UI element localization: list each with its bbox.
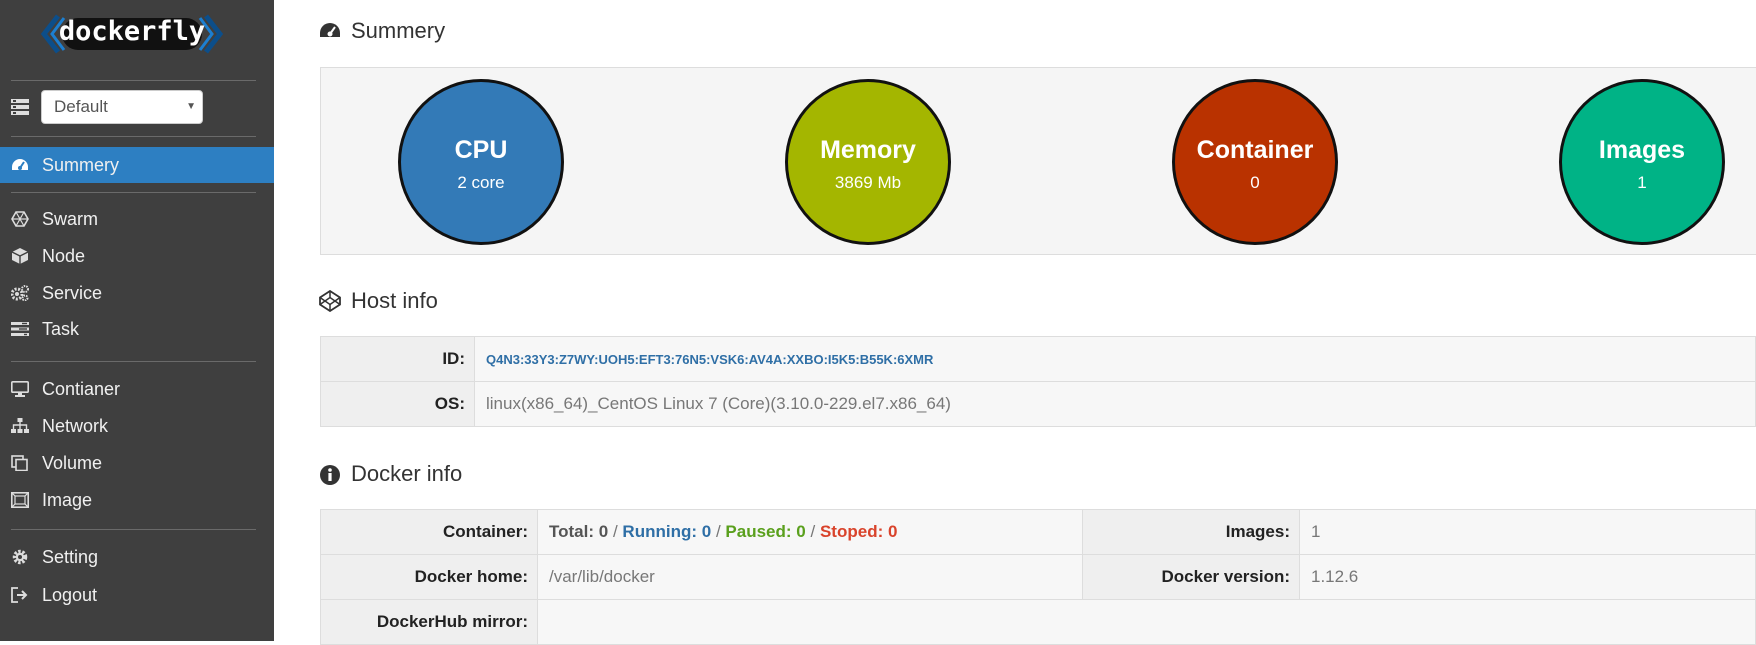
sidebar-item-label: Logout bbox=[42, 585, 98, 605]
sidebar-item-image[interactable]: Image bbox=[0, 482, 274, 518]
sidebar-item-label: Image bbox=[42, 490, 93, 510]
divider bbox=[11, 192, 256, 193]
sidebar-item-swarm[interactable]: Swarm bbox=[0, 201, 274, 237]
dockerhub-mirror-value bbox=[537, 599, 1756, 645]
host-id[interactable]: Q4N3:33Y3:Z7WY:UOH5:EFT3:76N5:VSK6:AV4A:… bbox=[486, 352, 933, 367]
cogs-icon bbox=[11, 285, 29, 301]
cube-icon bbox=[11, 248, 29, 264]
stat-title: CPU bbox=[454, 136, 508, 164]
table-row: ID: Q4N3:33Y3:Z7WY:UOH5:EFT3:76N5:VSK6:A… bbox=[320, 336, 1756, 382]
info-circle-icon bbox=[320, 465, 340, 485]
sidebar: dockerfly Default ▼ Summery Swarm Node S… bbox=[0, 0, 274, 641]
divider bbox=[11, 136, 256, 137]
sidebar-item-label: Setting bbox=[42, 547, 99, 567]
sitemap-icon bbox=[11, 418, 29, 433]
desktop-icon bbox=[11, 381, 29, 397]
docker-home-value: /var/lib/docker bbox=[537, 554, 1083, 600]
separator: / bbox=[612, 522, 618, 541]
sidebar-item-logout[interactable]: Logout bbox=[0, 577, 274, 613]
container-value: Total: 0 / Running: 0 / Paused: 0 / Stop… bbox=[537, 509, 1083, 555]
sidebar-item-task[interactable]: Task bbox=[0, 311, 274, 347]
table-row: Docker home: /var/lib/docker Docker vers… bbox=[320, 554, 1756, 600]
sidebar-item-service[interactable]: Service bbox=[0, 275, 274, 311]
sidebar-item-node[interactable]: Node bbox=[0, 238, 274, 274]
host-info-title: Host info bbox=[351, 288, 438, 313]
stat-title: Container bbox=[1196, 136, 1314, 164]
stat-images[interactable]: Images 1 bbox=[1559, 79, 1725, 245]
id-value: Q4N3:33Y3:Z7WY:UOH5:EFT3:76N5:VSK6:AV4A:… bbox=[474, 336, 1756, 382]
sidebar-item-network[interactable]: Network bbox=[0, 408, 274, 444]
host-info-table: ID: Q4N3:33Y3:Z7WY:UOH5:EFT3:76N5:VSK6:A… bbox=[320, 336, 1756, 427]
docker-version-value: 1.12.6 bbox=[1299, 554, 1756, 600]
stat-value: 0 bbox=[1250, 173, 1260, 192]
tasks-icon bbox=[11, 322, 29, 336]
logo[interactable]: dockerfly bbox=[0, 8, 274, 66]
gear-icon bbox=[12, 549, 28, 565]
stat-value: 2 core bbox=[457, 173, 505, 192]
caret-down-icon: ▼ bbox=[186, 101, 196, 112]
sidebar-item-summery[interactable]: Summery bbox=[0, 147, 274, 183]
stat-cpu[interactable]: CPU 2 core bbox=[398, 79, 564, 245]
summary-panel: CPU 2 core Memory 3869 Mb Container 0 Im… bbox=[320, 67, 1756, 255]
container-label: Container: bbox=[320, 509, 538, 555]
sidebar-item-label: Volume bbox=[42, 453, 103, 473]
dashboard-icon bbox=[12, 159, 28, 170]
separator: / bbox=[810, 522, 816, 541]
environment-select[interactable]: Default ▼ bbox=[41, 90, 203, 124]
docker-home-label: Docker home: bbox=[320, 554, 538, 600]
stat-value: 1 bbox=[1637, 173, 1647, 192]
total-value: 0 bbox=[598, 522, 609, 541]
server-icon bbox=[11, 99, 29, 115]
sidebar-item-volume[interactable]: Volume bbox=[0, 445, 274, 481]
id-label: ID: bbox=[320, 336, 475, 382]
divider bbox=[11, 529, 256, 530]
stat-container[interactable]: Container 0 bbox=[1172, 79, 1338, 245]
image-icon bbox=[11, 492, 29, 508]
sidebar-item-label: Network bbox=[42, 416, 109, 436]
separator: / bbox=[715, 522, 721, 541]
sidebar-item-label: Contianer bbox=[42, 379, 121, 399]
divider bbox=[11, 361, 256, 362]
images-label: Images: bbox=[1082, 509, 1300, 555]
sign-out-icon bbox=[11, 587, 28, 603]
table-row: DockerHub mirror: bbox=[320, 599, 1756, 645]
sidebar-item-label: Summery bbox=[42, 155, 120, 175]
docker-info-title: Docker info bbox=[351, 461, 463, 486]
stat-memory[interactable]: Memory 3869 Mb bbox=[785, 79, 951, 245]
clone-icon bbox=[11, 455, 28, 471]
logo-text: dockerfly bbox=[58, 16, 206, 47]
swarm-icon bbox=[11, 211, 29, 227]
docker-version-label: Docker version: bbox=[1082, 554, 1300, 600]
os-value: linux(x86_64)_CentOS Linux 7 (Core)(3.10… bbox=[474, 381, 1756, 427]
dockerhub-mirror-label: DockerHub mirror: bbox=[320, 599, 538, 645]
sidebar-item-label: Swarm bbox=[42, 209, 99, 229]
total-label: Total: bbox=[549, 522, 595, 541]
running-value: 0 bbox=[701, 522, 712, 541]
images-value: 1 bbox=[1299, 509, 1756, 555]
os-label: OS: bbox=[320, 381, 475, 427]
stoped-value: 0 bbox=[887, 522, 898, 541]
paused-value: 0 bbox=[796, 522, 806, 541]
stat-value: 3869 Mb bbox=[834, 173, 902, 192]
sidebar-item-label: Service bbox=[42, 283, 103, 303]
docker-info-table: Container: Total: 0 / Running: 0 / Pause… bbox=[320, 509, 1756, 645]
table-row: Container: Total: 0 / Running: 0 / Pause… bbox=[320, 509, 1756, 555]
summery-title: Summery bbox=[351, 18, 446, 43]
stoped-label: Stoped: bbox=[819, 522, 884, 541]
environment-row: Default ▼ bbox=[0, 88, 274, 128]
table-row: OS: linux(x86_64)_CentOS Linux 7 (Core)(… bbox=[320, 381, 1756, 427]
sidebar-item-setting[interactable]: Setting bbox=[0, 539, 274, 575]
environment-selected: Default bbox=[54, 97, 108, 116]
stat-title: Memory bbox=[820, 136, 916, 164]
paused-label: Paused: bbox=[725, 522, 792, 541]
running-label: Running: bbox=[622, 522, 698, 541]
sidebar-item-label: Node bbox=[42, 246, 86, 266]
divider bbox=[11, 80, 256, 81]
codepen-icon bbox=[319, 290, 341, 312]
sidebar-item-label: Task bbox=[42, 319, 80, 339]
sidebar-item-contianer[interactable]: Contianer bbox=[0, 371, 274, 407]
dashboard-icon bbox=[320, 23, 340, 37]
stat-title: Images bbox=[1598, 136, 1686, 164]
